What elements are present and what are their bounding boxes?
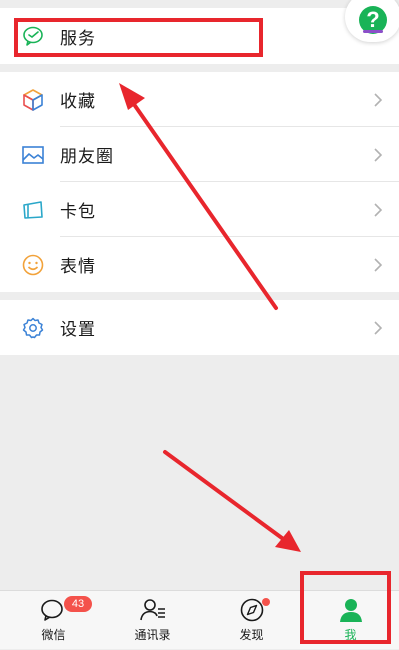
tab-label-contacts: 通讯录	[134, 628, 171, 642]
menu-label-service: 服务	[60, 28, 96, 49]
person-icon	[339, 599, 362, 622]
smiley-icon	[21, 253, 45, 277]
chevron-right-icon	[374, 92, 383, 107]
menu-item-favorites[interactable]: 收藏	[0, 72, 399, 127]
gear-icon	[21, 316, 45, 340]
menu-label-stickers: 表情	[60, 257, 96, 277]
new-content-dot	[262, 598, 270, 606]
menu-label-favorites: 收藏	[60, 92, 96, 112]
tab-label-me: 我	[344, 628, 357, 642]
service-icon	[21, 24, 45, 48]
tab-chats[interactable]: 43 微信	[4, 591, 103, 650]
help-button[interactable]: ?	[345, 0, 399, 42]
contacts-icon	[139, 599, 165, 621]
unread-badge: 43	[64, 596, 92, 612]
menu-item-stickers[interactable]: 表情	[0, 237, 399, 292]
tab-discover[interactable]: 发现	[202, 591, 301, 650]
menu-label-cards: 卡包	[60, 202, 96, 222]
menu-label-settings: 设置	[60, 320, 96, 340]
chevron-right-icon	[374, 202, 383, 217]
bottom-tab-bar: 43 微信 通讯录 发现 我	[0, 590, 399, 649]
moments-icon	[21, 143, 45, 167]
chevron-right-icon	[374, 147, 383, 162]
menu-label-moments: 朋友圈	[60, 147, 114, 167]
menu-item-service[interactable]: 服务	[0, 8, 399, 64]
top-strip	[0, 0, 399, 8]
help-underline	[363, 30, 383, 33]
arrow-to-me	[163, 450, 301, 552]
tab-label-discover: 发现	[239, 628, 264, 642]
chevron-right-icon	[374, 257, 383, 272]
tab-me[interactable]: 我	[301, 591, 399, 650]
menu-item-settings[interactable]: 设置	[0, 300, 399, 355]
tab-contacts[interactable]: 通讯录	[103, 591, 202, 650]
tab-label-chats: 微信	[41, 628, 66, 642]
menu-item-cards[interactable]: 卡包	[0, 182, 399, 237]
cube-icon	[21, 88, 45, 112]
chevron-right-icon	[374, 320, 383, 335]
card-wallet-icon	[21, 198, 45, 222]
menu-item-moments[interactable]: 朋友圈	[0, 127, 399, 182]
